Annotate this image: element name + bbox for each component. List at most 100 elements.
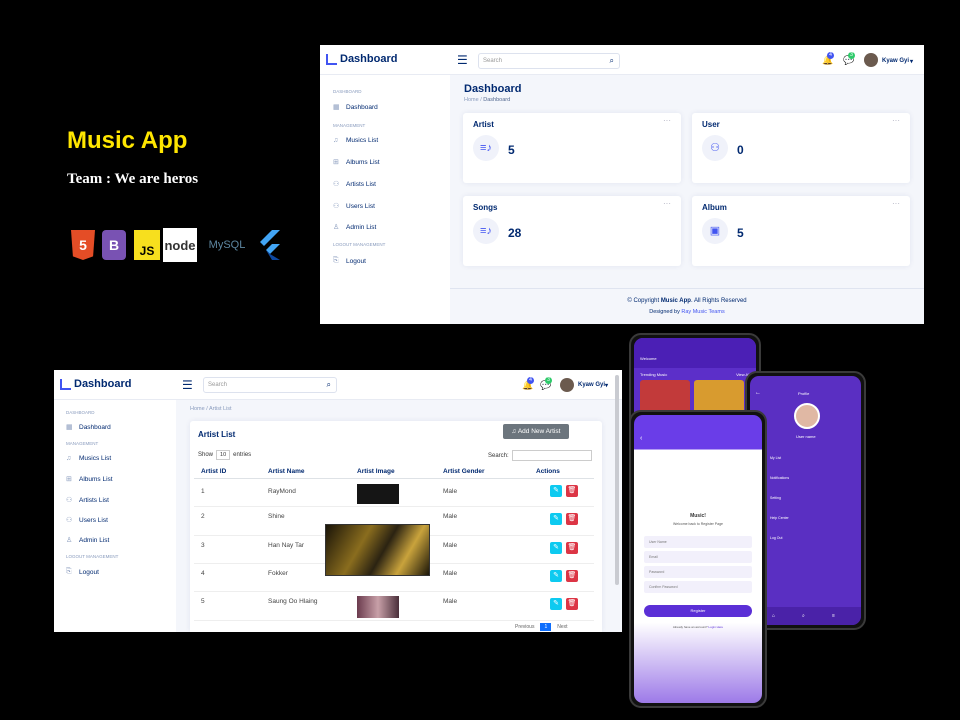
nav-search-icon[interactable]: ⌕: [802, 613, 805, 619]
menu-help-center[interactable]: Help Center: [770, 516, 789, 520]
delete-icon[interactable]: 🗑: [566, 513, 578, 525]
delete-icon[interactable]: 🗑: [566, 598, 578, 610]
sidebar-item-dashboard[interactable]: ▦ Dashboard: [66, 423, 111, 432]
artist-card[interactable]: Artist ··· ≡♪ 5: [463, 113, 681, 183]
menu-setting[interactable]: Setting: [770, 496, 781, 500]
sidebar-item-admin[interactable]: ♙ Admin List: [66, 536, 109, 545]
sidebar-item-admin[interactable]: ♙ Admin List: [333, 223, 376, 232]
user-name[interactable]: Kyaw Gyi: [882, 58, 909, 64]
card-title: Artist List: [198, 430, 236, 439]
user-card[interactable]: User ··· ⚇ 0: [692, 113, 910, 183]
entries-select[interactable]: 10: [216, 450, 231, 460]
menu-toggle-icon[interactable]: ☰: [182, 378, 193, 392]
edit-icon[interactable]: ✎: [550, 570, 562, 582]
email-field[interactable]: Email: [644, 551, 752, 563]
register-screen: ‹ Music! Welcome back to Register Page U…: [634, 415, 762, 703]
back-icon[interactable]: ←: [755, 390, 761, 396]
sidebar-item-logout[interactable]: ⎘ Logout: [66, 568, 99, 576]
users-icon: ⚇: [333, 203, 340, 210]
trending-thumb[interactable]: [694, 380, 744, 414]
songs-card[interactable]: Songs ··· ≡♪ 28: [463, 196, 681, 266]
chevron-down-icon[interactable]: ▾: [910, 58, 913, 65]
topbar: Dashboard ☰ Search ⌕ 🔔 4 💬 3 Kyaw Gyi ▾: [320, 45, 924, 75]
trending-thumb[interactable]: [640, 380, 690, 414]
chevron-down-icon[interactable]: ▾: [605, 382, 608, 389]
users-icon: ⚇: [702, 135, 728, 161]
menu-my-list[interactable]: My List: [770, 456, 781, 460]
confirm-password-field[interactable]: Confirm Password: [644, 581, 752, 593]
username-field[interactable]: User Name: [644, 536, 752, 548]
edit-icon[interactable]: ✎: [550, 542, 562, 554]
edit-icon[interactable]: ✎: [550, 598, 562, 610]
cell-gender: Male: [443, 542, 458, 549]
artist-image-preview: [325, 524, 430, 576]
table-search: Search:: [488, 450, 592, 461]
delete-icon[interactable]: 🗑: [566, 570, 578, 582]
edit-icon[interactable]: ✎: [550, 513, 562, 525]
password-field[interactable]: Password: [644, 566, 752, 578]
sidebar-item-logout[interactable]: ⎘ Logout: [333, 257, 366, 265]
pager-next[interactable]: Next: [557, 624, 567, 630]
col-artist-image[interactable]: Artist Image: [357, 468, 395, 475]
html5-logo: 5: [71, 230, 95, 260]
album-card[interactable]: Album ··· ▣ 5: [692, 196, 910, 266]
menu-log-out[interactable]: Log Out: [770, 536, 782, 540]
col-artist-gender[interactable]: Artist Gender: [443, 468, 485, 475]
register-title: Music!: [690, 513, 706, 519]
more-icon[interactable]: ···: [892, 116, 900, 125]
delete-icon[interactable]: 🗑: [566, 485, 578, 497]
footer-designer-link[interactable]: Ray Music Teams: [681, 309, 724, 315]
add-button-label: Add New Artist: [517, 428, 561, 435]
card-title: Songs: [473, 203, 498, 212]
pager-page[interactable]: 1: [540, 623, 552, 631]
sidebar-item-musics[interactable]: ♫ Musics List: [66, 455, 111, 462]
breadcrumb-home[interactable]: Home: [464, 97, 479, 103]
plus-square-icon: ⊞: [333, 159, 339, 166]
col-artist-id[interactable]: Artist ID: [201, 468, 226, 475]
col-artist-name[interactable]: Artist Name: [268, 468, 304, 475]
user-name[interactable]: Kyaw Gyi: [578, 382, 605, 388]
scrollbar[interactable]: [615, 375, 619, 585]
register-button[interactable]: Register: [644, 605, 752, 617]
sidebar-item-dashboard[interactable]: ▦ Dashboard: [333, 103, 378, 112]
sidebar-item-musics[interactable]: ♫ Musics List: [333, 137, 378, 144]
more-icon[interactable]: ···: [663, 116, 671, 125]
sidebar-item-albums[interactable]: ⊞ Albums List: [333, 158, 380, 167]
avatar[interactable]: [864, 53, 878, 67]
pager-previous[interactable]: Previous: [515, 624, 534, 630]
nav-library-icon[interactable]: ≡: [832, 613, 835, 619]
menu-notifications[interactable]: Notifications: [770, 476, 789, 480]
more-icon[interactable]: ···: [892, 199, 900, 208]
card-value: 5: [737, 226, 744, 240]
breadcrumb-home[interactable]: Home: [190, 406, 205, 412]
avatar[interactable]: [794, 403, 820, 429]
delete-icon[interactable]: 🗑: [566, 542, 578, 554]
sidebar-item-artists[interactable]: ⚇ Artists List: [333, 180, 376, 189]
playlist-icon: ≡♪: [473, 135, 499, 161]
login-link[interactable]: Login Here: [708, 625, 723, 629]
search-icon[interactable]: ⌕: [327, 380, 331, 390]
table-search-input[interactable]: [511, 450, 592, 461]
cell-name: Han Nay Tar: [268, 542, 305, 549]
sidebar-item-users[interactable]: ⚇ Users List: [66, 516, 108, 525]
nav-home-icon[interactable]: ⌂: [772, 613, 775, 619]
edit-icon[interactable]: ✎: [550, 485, 562, 497]
sidebar-item-users[interactable]: ⚇ Users List: [333, 202, 375, 211]
back-icon[interactable]: ‹: [640, 435, 642, 442]
pagination: Previous 1 Next: [515, 623, 568, 631]
logout-icon: ⎘: [66, 568, 72, 575]
search-icon[interactable]: ⌕: [610, 56, 614, 66]
more-icon[interactable]: ···: [663, 199, 671, 208]
search-input[interactable]: Search ⌕: [203, 377, 337, 393]
sidebar-item-artists[interactable]: ⚇ Artists List: [66, 496, 109, 505]
card-title: User: [702, 120, 720, 129]
search-input[interactable]: Search ⌕: [478, 53, 620, 69]
app-logo[interactable]: Dashboard: [326, 53, 397, 65]
nodejs-logo: node: [163, 228, 197, 262]
sidebar-item-albums[interactable]: ⊞ Albums List: [66, 475, 113, 484]
add-artist-button[interactable]: ♫ Add New Artist: [503, 424, 569, 439]
album-icon: ▣: [702, 218, 728, 244]
menu-toggle-icon[interactable]: ☰: [457, 53, 468, 67]
app-logo[interactable]: Dashboard: [60, 378, 131, 390]
avatar[interactable]: [560, 378, 574, 392]
